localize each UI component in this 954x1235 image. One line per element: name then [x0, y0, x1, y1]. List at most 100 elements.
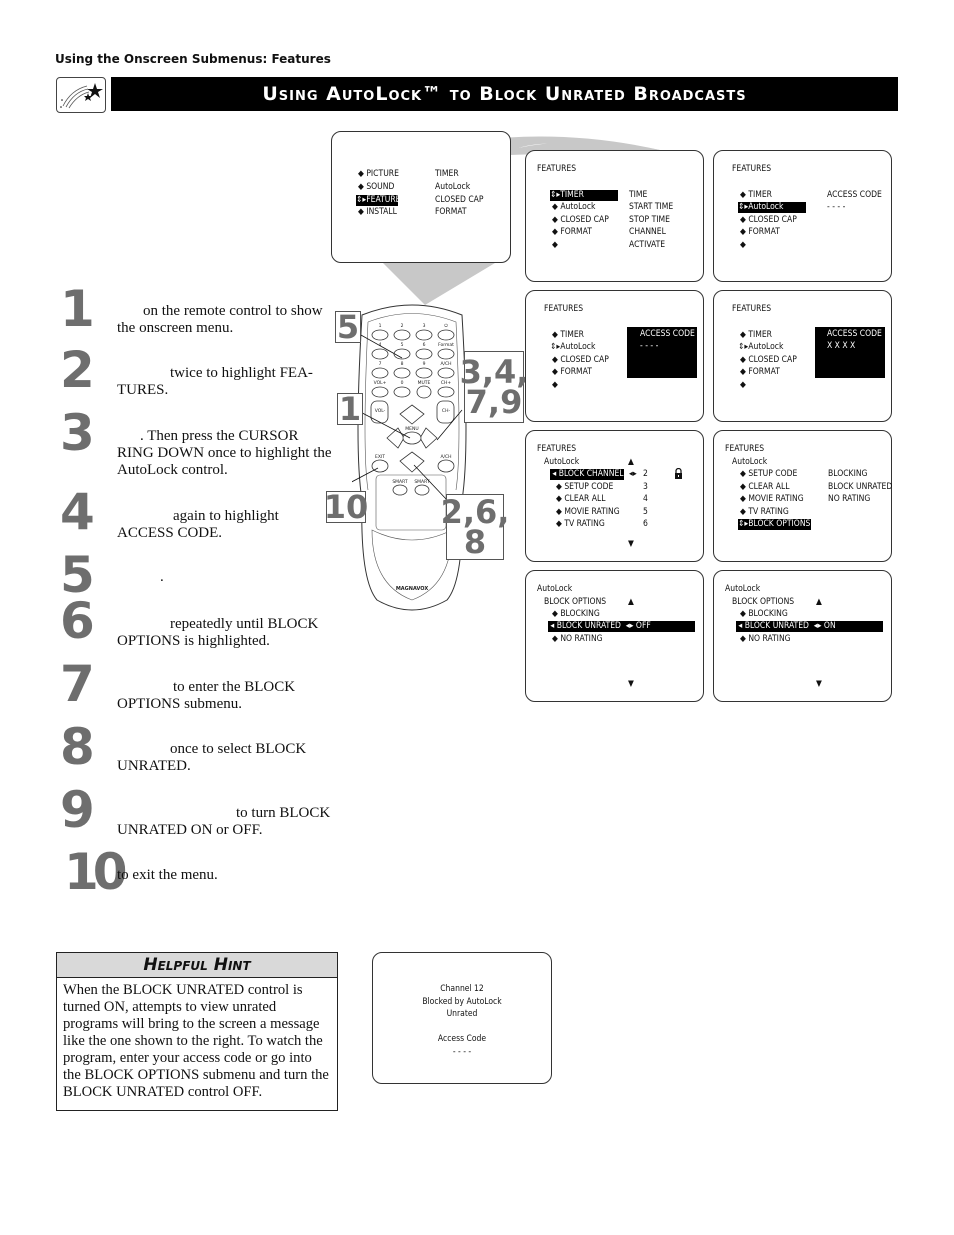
menu-item: ◆ FORMAT: [552, 367, 592, 377]
menu-item-selected: ◂ BLOCK CHANNEL: [550, 469, 624, 480]
submenu-item: STOP TIME: [629, 215, 670, 225]
menu-item: ◆: [552, 380, 558, 390]
svg-text:A/CH: A/CH: [440, 361, 451, 367]
step-text: to enter the BLOCK OPTIONS submenu.: [117, 679, 296, 712]
menu-item: ◆: [740, 240, 746, 250]
submenu-item: START TIME: [629, 202, 674, 212]
callout-steps-2-6-8: 2,6, 8: [440, 493, 510, 561]
submenu-item: ACTIVATE: [629, 240, 666, 250]
hint-body: When the BLOCK UNRATED control is turned…: [63, 982, 329, 1100]
scroll-down-icon: ▼: [628, 539, 634, 549]
menu-item: ◆ TIMER: [552, 330, 584, 340]
svg-text:Format: Format: [438, 342, 454, 348]
step-text: to turn BLOCK UNRATED ON or OFF.: [117, 805, 331, 838]
screen-access-code-entry: FEATURES ◆ TIMER ⇕▸AutoLock ◆ CLOSED CAP…: [525, 290, 704, 422]
menu-item: ◆ CLOSED CAP: [552, 215, 609, 225]
submenu-item: NO RATING: [828, 494, 871, 504]
step-text: on the remote control to show the onscre…: [117, 303, 323, 336]
step-text: to exit the menu.: [117, 867, 218, 883]
channel-value: 5: [643, 507, 648, 517]
screen-title: FEATURES: [725, 444, 765, 454]
screen-title: FEATURES: [544, 304, 584, 314]
svg-text:VOL-: VOL-: [375, 408, 386, 414]
menu-item: ◆ MOVIE RATING: [740, 494, 804, 504]
access-code-label: ACCESS CODE: [640, 329, 695, 339]
access-code-value: - - - -: [640, 341, 659, 351]
menu-item-selected: ⇕▸BLOCK OPTIONS: [738, 519, 811, 530]
screen-block-options-highlight: FEATURES AutoLock ◆ SETUP CODE ◆ CLEAR A…: [713, 430, 892, 562]
section-label: Using the Onscreen Submenus: Features: [55, 52, 331, 66]
access-code-label: ACCESS CODE: [827, 329, 882, 339]
menu-item-selected: ⇕▸AutoLock: [738, 202, 806, 213]
menu-item: ◆ NO RATING: [740, 634, 791, 644]
svg-text:MENU: MENU: [405, 426, 418, 432]
svg-text:CH-: CH-: [442, 408, 451, 414]
menu-item: ◆ TV RATING: [740, 507, 789, 517]
menu-item: ◆ MOVIE RATING: [556, 507, 620, 517]
access-code-label: ACCESS CODE: [827, 190, 882, 200]
menu-item: ◆ FORMAT: [740, 367, 780, 377]
svg-text:SMART: SMART: [392, 479, 408, 485]
screen-features-timer: FEATURES ⇕▸TIMER ◆ AutoLock ◆ CLOSED CAP…: [525, 150, 704, 282]
screen-block-unrated-on: AutoLock BLOCK OPTIONS ▲ ◆ BLOCKING ◂ BL…: [713, 570, 892, 702]
hint-title: Helpful Hint: [57, 953, 337, 978]
menu-item: ◆ FORMAT: [740, 227, 780, 237]
svg-text:9: 9: [423, 361, 426, 367]
screen-subtitle: BLOCK OPTIONS: [732, 597, 795, 607]
menu-item: ◆ TIMER: [740, 190, 772, 200]
svg-text:6: 6: [423, 342, 426, 348]
menu-item: ◆ BLOCKING: [552, 609, 600, 619]
step-number: 1: [60, 280, 95, 338]
screen-title: FEATURES: [537, 444, 577, 454]
screen-title: AutoLock: [537, 584, 573, 594]
helpful-hint: Helpful Hint When the BLOCK UNRATED cont…: [56, 952, 338, 1111]
menu-item: ◆ AutoLock: [552, 202, 596, 212]
step-text: once to select BLOCK UNRATED.: [117, 741, 307, 774]
screen-block-unrated-off: AutoLock BLOCK OPTIONS ▲ ◆ BLOCKING ◂ BL…: [525, 570, 704, 702]
toggle-value[interactable]: OFF: [636, 621, 651, 631]
svg-text:⏻: ⏻: [444, 323, 448, 329]
svg-text:CH+: CH+: [441, 380, 452, 386]
menu-item: ◆ CLOSED CAP: [740, 355, 797, 365]
access-code-panel: ACCESS CODE X X X X: [815, 327, 885, 378]
step-number: 3: [60, 404, 95, 462]
toggle-value[interactable]: ON: [824, 621, 836, 631]
blocked-line-spacer: [373, 1021, 551, 1034]
screen-subtitle: AutoLock: [544, 457, 580, 467]
blocked-line: Access Code: [437, 1034, 487, 1044]
svg-text:5: 5: [401, 342, 404, 348]
step-number: 7: [60, 655, 95, 713]
channel-value: 4: [643, 494, 648, 504]
step-number: 6: [60, 592, 95, 650]
svg-text:A/CH: A/CH: [440, 454, 451, 460]
menu-item: ◆ CLOSED CAP: [740, 215, 797, 225]
submenu-item: CLOSED CAP: [435, 195, 484, 205]
scroll-up-icon: ▲: [816, 597, 822, 607]
svg-text:VOL+: VOL+: [374, 380, 387, 386]
screen-subtitle: AutoLock: [732, 457, 768, 467]
page-title: Using AutoLock™ to Block Unrated Broadca…: [111, 77, 898, 111]
menu-item-selected: ◂ BLOCK UNRATED ◂▸ OFF: [548, 621, 695, 632]
screen-autolock-submenu: FEATURES AutoLock ▲ ◂ BLOCK CHANNEL ◆ SE…: [525, 430, 704, 562]
access-code-value: X X X X: [827, 341, 856, 351]
step-text: again to highlight ACCESS CODE.: [117, 508, 279, 541]
callout-step-5: 5: [335, 308, 361, 346]
menu-item: ◆ NO RATING: [552, 634, 603, 644]
screen-features-autolock: FEATURES ◆ TIMER ⇕▸AutoLock ◆ CLOSED CAP…: [713, 150, 892, 282]
step-number: 4: [60, 483, 95, 541]
svg-text:7: 7: [379, 361, 382, 367]
submenu-item: BLOCK UNRATED: [828, 482, 893, 492]
scroll-up-icon: ▲: [628, 597, 634, 607]
remote-control: 1 2 3 ⏻ 4 5 6 Format 7 8 9 A/CH VOL+ 0 MUTE CH+ VOL-…: [352, 304, 467, 611]
menu-item-install: ◆ INSTALL: [358, 207, 397, 217]
padlock-icon: [674, 467, 683, 483]
submenu-item: AutoLock: [435, 182, 471, 192]
menu-item: ◆ FORMAT: [552, 227, 592, 237]
step-number: 10: [64, 843, 128, 901]
menu-item-sound: ◆ SOUND: [358, 182, 395, 192]
svg-text:2: 2: [401, 323, 404, 329]
access-code-value: - - - -: [827, 202, 846, 212]
scroll-down-icon: ▼: [628, 679, 634, 689]
channel-value: 6: [643, 519, 648, 529]
screen-main-menu: ◆ PICTURE ◆ SOUND ⇕▸FEATURES ◆ INSTALL T…: [331, 131, 511, 263]
